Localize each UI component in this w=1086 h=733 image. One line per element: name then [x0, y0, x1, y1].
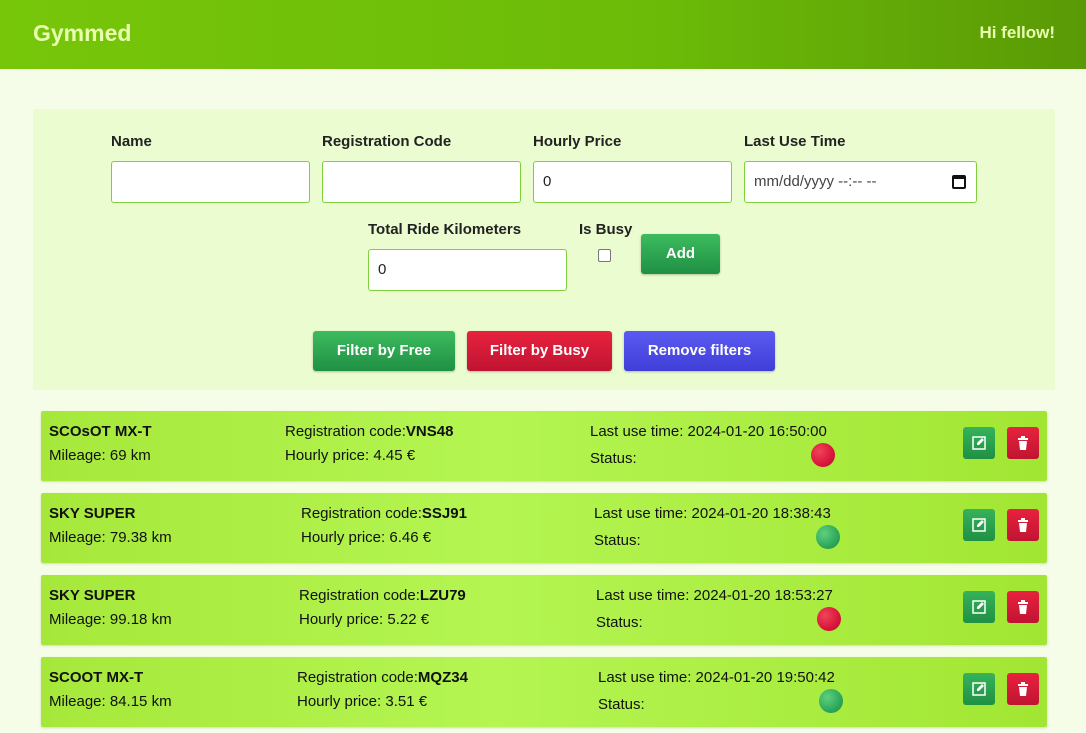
registration-label: Registration code: — [299, 587, 420, 604]
scooter-registration: Registration code:MQZ34 — [297, 669, 468, 686]
scooter-last-use-time: Last use time: 2024-01-20 18:53:27 — [596, 587, 833, 604]
registration-code-value: MQZ34 — [417, 669, 468, 686]
last-use-time-placeholder: mm/dd/yyyy --:-- -- — [754, 173, 877, 190]
scooter-hourly-price: Hourly price: 4.45 € — [285, 447, 416, 464]
registration-code-value: SSJ91 — [421, 505, 467, 522]
name-label: Name — [111, 133, 152, 150]
last-use-time-input[interactable]: mm/dd/yyyy --:-- -- — [744, 161, 977, 203]
scooter-hourly-price: Hourly price: 6.46 € — [301, 529, 432, 546]
registration-label: Registration code: — [301, 505, 422, 522]
remove-filters-button[interactable]: Remove filters — [624, 331, 775, 371]
trash-icon — [1018, 436, 1028, 450]
scooter-registration: Registration code:SSJ91 — [301, 505, 467, 522]
name-input[interactable] — [111, 161, 310, 203]
hourly-price-label: Hourly Price — [533, 133, 622, 150]
status-busy-indicator — [817, 607, 841, 631]
scooter-name: SCOOT MX-T — [49, 669, 144, 686]
registration-code-label: Registration Code — [322, 133, 452, 150]
scooter-last-use-time: Last use time: 2024-01-20 16:50:00 — [590, 423, 827, 440]
scooter-name: SCOsOT MX-T — [49, 423, 152, 440]
delete-button[interactable] — [1007, 509, 1039, 541]
edit-icon — [972, 518, 986, 532]
navbar: Gymmed Hi fellow! — [0, 0, 1086, 69]
hourly-price-input[interactable]: 0 — [533, 161, 732, 203]
edit-button[interactable] — [963, 509, 995, 541]
scooter-mileage: Mileage: 79.38 km — [49, 529, 172, 546]
is-busy-checkbox[interactable] — [598, 249, 611, 262]
edit-icon — [972, 600, 986, 614]
scooter-mileage: Mileage: 84.15 km — [49, 693, 172, 710]
registration-code-value: VNS48 — [405, 423, 454, 440]
is-busy-label: Is Busy — [579, 221, 633, 238]
scooter-mileage: Mileage: 69 km — [49, 447, 151, 464]
scooter-name: SKY SUPER — [49, 505, 136, 522]
scooter-hourly-price: Hourly price: 5.22 € — [299, 611, 430, 628]
filter-busy-button[interactable]: Filter by Busy — [467, 331, 612, 371]
add-scooter-form: Name Registration Code Hourly Price 0 La… — [33, 109, 1055, 390]
total-km-input[interactable]: 0 — [368, 249, 567, 291]
total-km-label: Total Ride Kilometers — [368, 221, 522, 238]
scooter-name: SKY SUPER — [49, 587, 136, 604]
delete-button[interactable] — [1007, 427, 1039, 459]
scooter-hourly-price: Hourly price: 3.51 € — [297, 693, 428, 710]
trash-icon — [1018, 600, 1028, 614]
trash-icon — [1018, 682, 1028, 696]
scooter-card: SCOOT MX-T Mileage: 84.15 km Registratio… — [41, 657, 1047, 727]
add-button[interactable]: Add — [641, 234, 720, 274]
edit-button[interactable] — [963, 427, 995, 459]
scooter-last-use-time: Last use time: 2024-01-20 19:50:42 — [598, 669, 835, 686]
user-greeting: Hi fellow! — [979, 23, 1055, 42]
calendar-icon[interactable] — [952, 175, 966, 189]
delete-button[interactable] — [1007, 673, 1039, 705]
brand-logo[interactable]: Gymmed — [33, 20, 131, 47]
filter-free-button[interactable]: Filter by Free — [313, 331, 455, 371]
trash-icon — [1018, 518, 1028, 532]
scooter-card: SKY SUPER Mileage: 99.18 km Registration… — [41, 575, 1047, 645]
edit-button[interactable] — [963, 673, 995, 705]
status-label: Status: — [594, 532, 641, 549]
edit-icon — [972, 682, 986, 696]
scooter-card: SKY SUPER Mileage: 79.38 km Registration… — [41, 493, 1047, 563]
scooter-mileage: Mileage: 99.18 km — [49, 611, 172, 628]
registration-label: Registration code: — [285, 423, 406, 440]
edit-icon — [972, 436, 986, 450]
status-free-indicator — [819, 689, 843, 713]
registration-label: Registration code: — [297, 669, 418, 686]
registration-code-input[interactable] — [322, 161, 521, 203]
registration-code-value: LZU79 — [419, 587, 466, 604]
scooter-card: SCOsOT MX-T Mileage: 69 km Registration … — [41, 411, 1047, 481]
delete-button[interactable] — [1007, 591, 1039, 623]
scooter-registration: Registration code:LZU79 — [299, 587, 466, 604]
status-free-indicator — [816, 525, 840, 549]
status-label: Status: — [598, 696, 645, 713]
scooter-registration: Registration code:VNS48 — [285, 423, 453, 440]
scooter-last-use-time: Last use time: 2024-01-20 18:38:43 — [594, 505, 831, 522]
status-busy-indicator — [811, 443, 835, 467]
last-use-time-label: Last Use Time — [744, 133, 846, 150]
status-label: Status: — [596, 614, 643, 631]
status-label: Status: — [590, 450, 637, 467]
edit-button[interactable] — [963, 591, 995, 623]
